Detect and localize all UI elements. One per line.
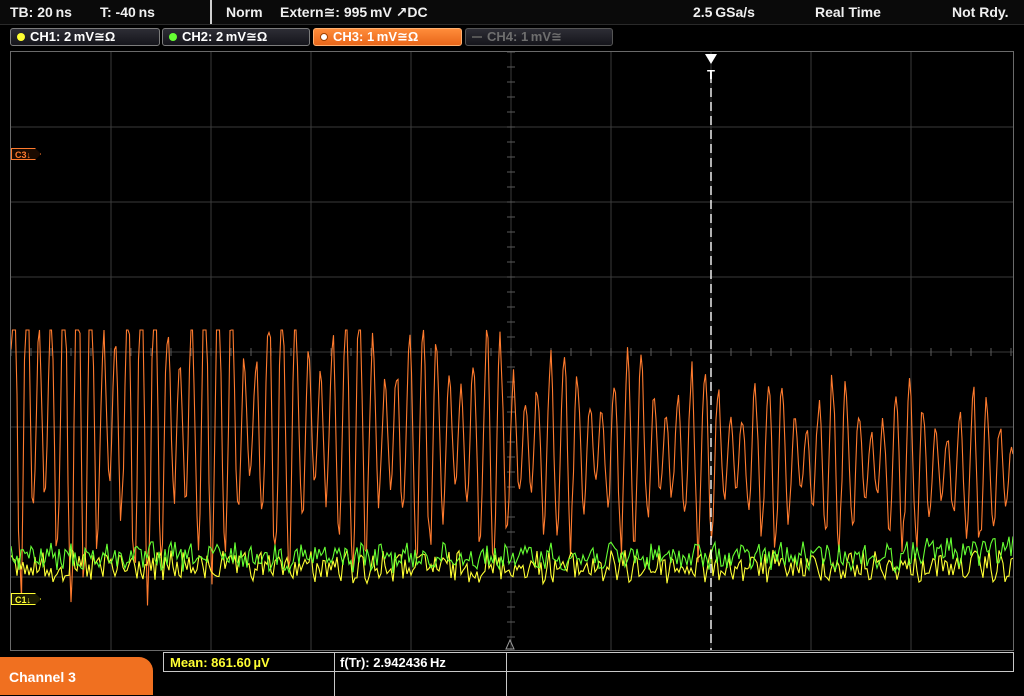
acquisition-mode[interactable]: Real Time (815, 4, 881, 20)
measurement-divider (506, 653, 507, 696)
mean-measurement[interactable]: Mean: 861.60 µV (170, 655, 270, 670)
trigger-position-readout[interactable]: T: -40 ns (100, 4, 155, 20)
channel-3-offset-marker[interactable]: C3↓ (11, 148, 41, 160)
channel-4-button[interactable]: CH4: 1 mV≅ (465, 28, 613, 46)
timebase-panel[interactable]: TB: 20 ns T: -40 ns (0, 0, 212, 24)
waveform-svg[interactable]: T (11, 52, 1013, 650)
channel-2-label: CH2: 2 mV≅Ω (182, 29, 268, 44)
waveform-display[interactable]: T C3↓ C1↓ (10, 51, 1014, 651)
trigger-source[interactable]: Extern≅: 995 mV ↗DC (280, 4, 428, 21)
channel-4-off-icon (472, 36, 482, 38)
status-bar: TB: 20 ns T: -40 ns Norm Extern≅: 995 mV… (0, 0, 1024, 25)
trigger-mode[interactable]: Norm (226, 4, 263, 20)
time-reference-icon (505, 638, 515, 650)
acquisition-status: Not Rdy. (952, 4, 1009, 20)
trigger-arrow-icon[interactable] (705, 54, 717, 64)
channel-bar: CH1: 2 mV≅Ω CH2: 2 mV≅Ω CH3: 1 mV≅Ω CH4:… (0, 25, 1024, 49)
bottom-bar: Channel 3 Mean: 861.60 µV f(Tr): 2.94243… (0, 652, 1024, 696)
trigger-marker-label: T (707, 67, 715, 82)
channel-4-label: CH4: 1 mV≅ (487, 29, 562, 44)
sample-rate[interactable]: 2.5 GSa/s (693, 4, 755, 20)
measurement-divider (334, 653, 335, 696)
channel-2-dot-icon (169, 33, 177, 41)
channel-1-dot-icon (17, 33, 25, 41)
channel-3-button[interactable]: CH3: 1 mV≅Ω (313, 28, 462, 46)
channel-1-button[interactable]: CH1: 2 mV≅Ω (10, 28, 160, 46)
channel-1-offset-marker[interactable]: C1↓ (11, 593, 41, 605)
frequency-measurement[interactable]: f(Tr): 2.942436 Hz (340, 655, 446, 670)
timebase-readout[interactable]: TB: 20 ns (10, 4, 72, 20)
measurement-panel[interactable]: Mean: 861.60 µV f(Tr): 2.942436 Hz (163, 652, 1014, 696)
channel-3-dot-icon (320, 33, 328, 41)
channel-2-button[interactable]: CH2: 2 mV≅Ω (162, 28, 310, 46)
channel-1-label: CH1: 2 mV≅Ω (30, 29, 116, 44)
channel-3-label: CH3: 1 mV≅Ω (333, 29, 419, 44)
channel-3-tab[interactable]: Channel 3 (0, 657, 153, 695)
